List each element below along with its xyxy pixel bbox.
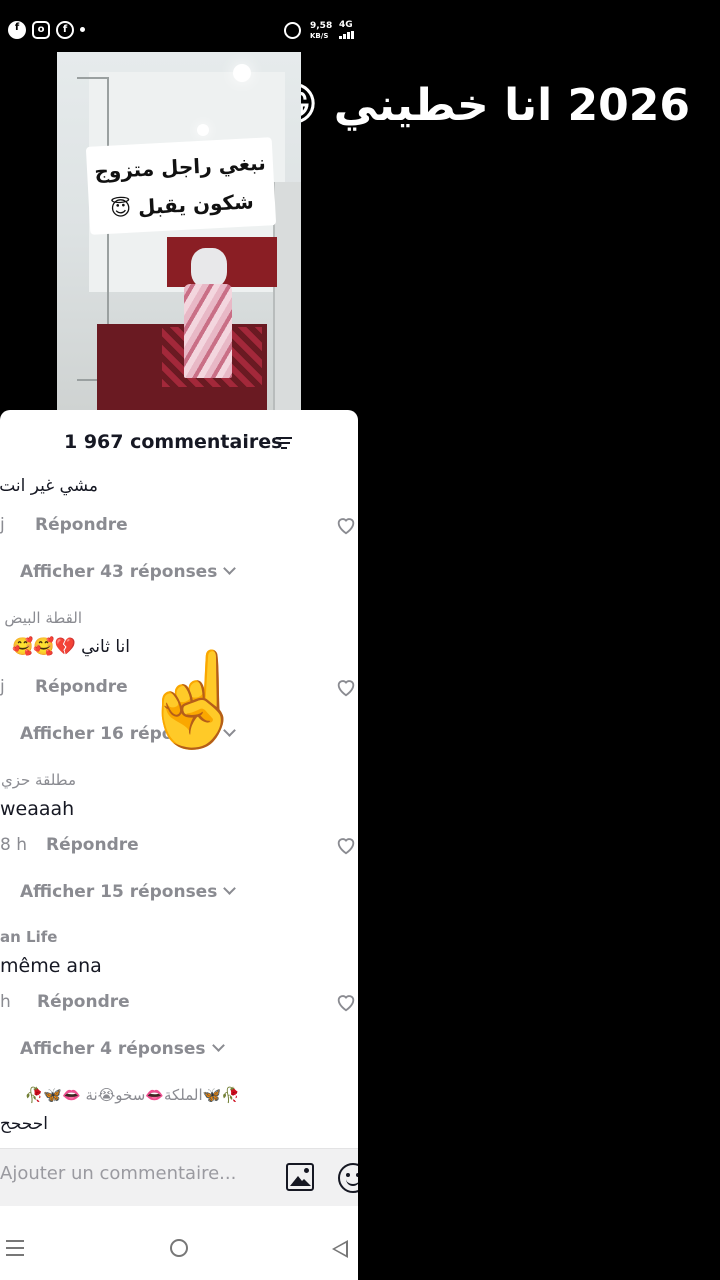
ceiling-lamp <box>197 124 209 136</box>
video-caption-line: شكون يقبل 😇 <box>109 189 255 221</box>
overlay-title-text: 2026 انا خطيني <box>333 80 690 131</box>
network-speed: 9,58 <box>310 21 333 31</box>
back-icon[interactable] <box>332 1240 348 1258</box>
show-replies-button[interactable]: Afficher 43 réponses <box>20 562 237 582</box>
show-replies-button[interactable]: Afficher 15 réponses <box>20 882 237 902</box>
sort-filter-icon[interactable] <box>276 437 292 449</box>
comment-text: weaaah <box>0 798 75 820</box>
facebook-icon: f <box>56 21 74 39</box>
home-icon[interactable] <box>170 1239 188 1257</box>
comment-input[interactable]: Ajouter un commentaire... <box>0 1163 236 1184</box>
recent-apps-icon[interactable] <box>6 1240 24 1261</box>
show-replies-label: Afficher 43 réponses <box>20 562 218 582</box>
reply-button[interactable]: Répondre <box>37 992 130 1012</box>
chevron-down-icon <box>223 562 237 575</box>
heart-icon[interactable] <box>335 991 357 1013</box>
comment-username[interactable]: 🥀🦋الملكة👄سخو😭نة 👄🦋🥀 <box>25 1086 240 1104</box>
show-replies-button[interactable]: Afficher 4 réponses <box>20 1039 225 1059</box>
comment-text: احححح <box>0 1114 48 1134</box>
comments-panel: 1 967 commentaires مشي غير انت j Répondr… <box>0 410 358 1280</box>
comment-input-bar: Ajouter un commentaire... <box>0 1148 358 1207</box>
chevron-down-icon <box>211 1039 225 1052</box>
reply-button[interactable]: Répondre <box>35 515 128 535</box>
system-nav-bar <box>0 1206 358 1280</box>
pointing-hand-emoji: ☝️ <box>137 646 252 753</box>
reply-button[interactable]: Répondre <box>46 835 139 855</box>
video-shelf <box>273 182 301 410</box>
comment-time: j <box>0 677 5 697</box>
instagram-icon: o <box>32 21 50 39</box>
facebook-icon: f <box>8 21 26 39</box>
comments-header: 1 967 commentaires <box>0 428 358 456</box>
notification-dot-icon <box>80 27 85 32</box>
reply-button[interactable]: Répondre <box>35 677 128 697</box>
ceiling-lamp <box>233 64 251 82</box>
heart-icon[interactable] <box>335 676 357 698</box>
comment-text: même ana <box>0 955 102 977</box>
show-replies-label: Afficher 4 réponses <box>20 1039 206 1059</box>
emoji-icon[interactable] <box>338 1163 358 1193</box>
heart-icon[interactable] <box>335 514 357 536</box>
comment-count: 1 967 commentaires <box>64 431 283 453</box>
heart-icon[interactable] <box>335 834 357 856</box>
comment-username[interactable]: an Life <box>0 928 57 946</box>
network-speed-unit: KB/S <box>310 32 329 40</box>
image-icon[interactable] <box>286 1163 314 1191</box>
comment-username[interactable]: مطلقة حزي <box>1 771 76 789</box>
status-bar: f o f 9,58 KB/S 4G <box>0 0 358 52</box>
comment-time: 8 h <box>0 835 27 855</box>
video-person <box>184 284 232 378</box>
chevron-down-icon <box>223 882 237 895</box>
video-caption: نبغي راجل متزوج شكون يقبل 😇 <box>85 137 277 235</box>
video-person-head <box>191 248 227 288</box>
comment-text: مشي غير انت <box>0 476 98 496</box>
signal-icon <box>339 31 355 39</box>
comment-time: h <box>0 992 11 1012</box>
alarm-icon <box>284 22 301 39</box>
comment-username[interactable]: القطة البيض <box>4 609 82 627</box>
network-type: 4G <box>339 20 353 30</box>
comment-text: انا ثاني 💔🥰🥰 <box>12 637 130 657</box>
comment-time: j <box>0 515 5 535</box>
show-replies-label: Afficher 15 réponses <box>20 882 218 902</box>
